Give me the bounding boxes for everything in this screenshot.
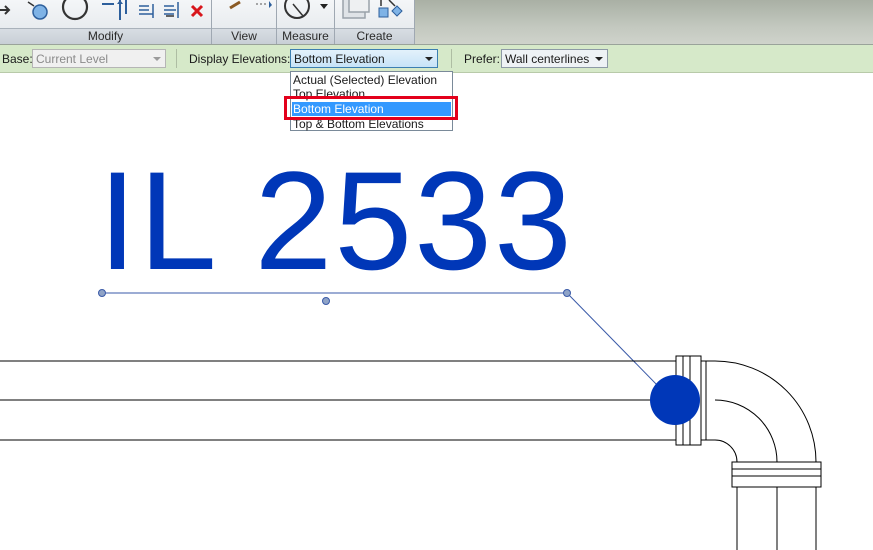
invert-level-tag[interactable]: IL 2533 [98, 151, 574, 291]
pipe-elbow [714, 439, 738, 463]
create-panel: Create [335, 0, 415, 44]
prefer-select-value: Wall centerlines [505, 52, 590, 66]
display-elevations-select-value: Bottom Elevation [294, 52, 385, 66]
tag-leader-diagonal [566, 292, 661, 389]
pipe-elbow [714, 360, 817, 463]
view-dropdown-icon[interactable] [254, 0, 276, 10]
move-icon[interactable] [0, 0, 14, 24]
modify-panel: Modify [0, 0, 212, 44]
chevron-down-icon [595, 57, 603, 61]
create-group-icon[interactable] [339, 0, 373, 24]
prefer-select[interactable]: Wall centerlines [501, 49, 608, 68]
measure-dropdown-icon[interactable] [320, 4, 328, 10]
prefer-label: Prefer: [464, 52, 501, 66]
measure-icon[interactable] [283, 0, 313, 24]
measure-panel: Measure [277, 0, 335, 44]
view-panel-label[interactable]: View [212, 28, 276, 44]
create-panel-label[interactable]: Create [335, 28, 414, 44]
mirror-icon[interactable] [100, 0, 130, 24]
copy-icon[interactable] [24, 0, 52, 24]
paint-brush-icon[interactable] [228, 0, 242, 10]
chevron-down-icon [425, 57, 433, 61]
base-label: Base: [2, 52, 33, 66]
modify-panel-label[interactable]: Modify [0, 28, 211, 44]
align-icon[interactable] [139, 0, 157, 24]
measure-panel-label[interactable]: Measure [277, 28, 334, 44]
view-panel: View [212, 0, 277, 44]
pipe-elbow [714, 399, 778, 463]
rotate-icon[interactable] [60, 0, 92, 24]
display-elevations-label: Display Elevations: [189, 52, 291, 66]
split-icon[interactable] [164, 0, 182, 24]
delete-icon[interactable] [190, 4, 204, 18]
chevron-down-icon [153, 57, 161, 61]
drawing-canvas[interactable]: IL 2533 [0, 73, 873, 550]
elevation-point-marker [650, 375, 700, 425]
options-bar: Base: Current Level Display Elevations: … [0, 45, 873, 73]
pipe-coupling [731, 475, 822, 488]
base-select[interactable]: Current Level [32, 49, 166, 68]
dropdown-option-actual[interactable]: Actual (Selected) Elevation [292, 73, 451, 87]
display-elevations-select[interactable]: Bottom Elevation [290, 49, 438, 68]
annotation-highlight-box [284, 96, 458, 120]
ribbon: Modify View Measure Create [0, 0, 873, 45]
separator [451, 49, 452, 68]
separator [176, 49, 177, 68]
create-similar-icon[interactable] [375, 0, 409, 24]
base-select-value: Current Level [36, 52, 109, 66]
